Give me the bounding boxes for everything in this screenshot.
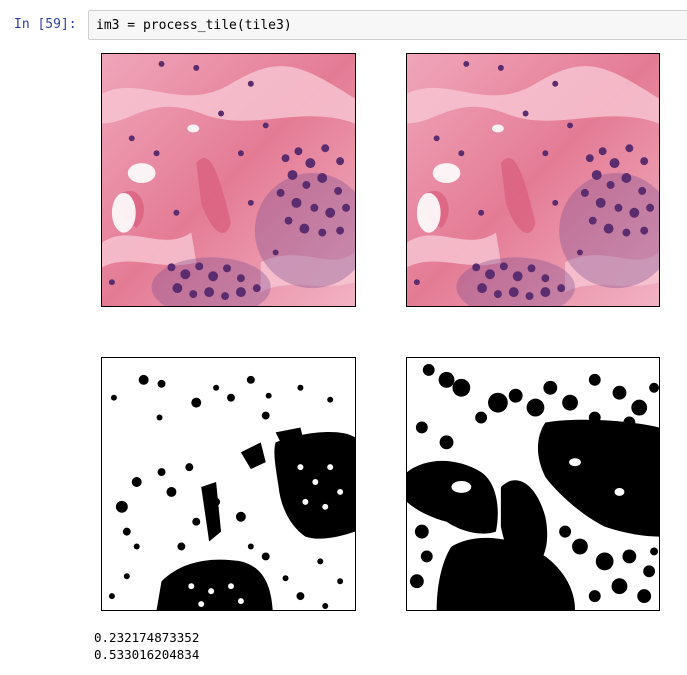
- processed-tile-image: [406, 53, 660, 307]
- code-input-area[interactable]: im3 = process_tile(tile3): [88, 10, 687, 40]
- original-tile-image: [101, 53, 356, 307]
- dilated-mask-image: [406, 357, 660, 611]
- notebook-cell: In [59]: im3 = process_tile(tile3) 0.232…: [0, 0, 687, 675]
- output-line-1: 0.232174873352: [94, 630, 200, 645]
- code-line[interactable]: im3 = process_tile(tile3): [96, 18, 292, 33]
- input-prompt: In [59]:: [14, 17, 77, 32]
- output-line-2: 0.533016204834: [94, 647, 200, 662]
- binary-mask-image: [101, 357, 356, 611]
